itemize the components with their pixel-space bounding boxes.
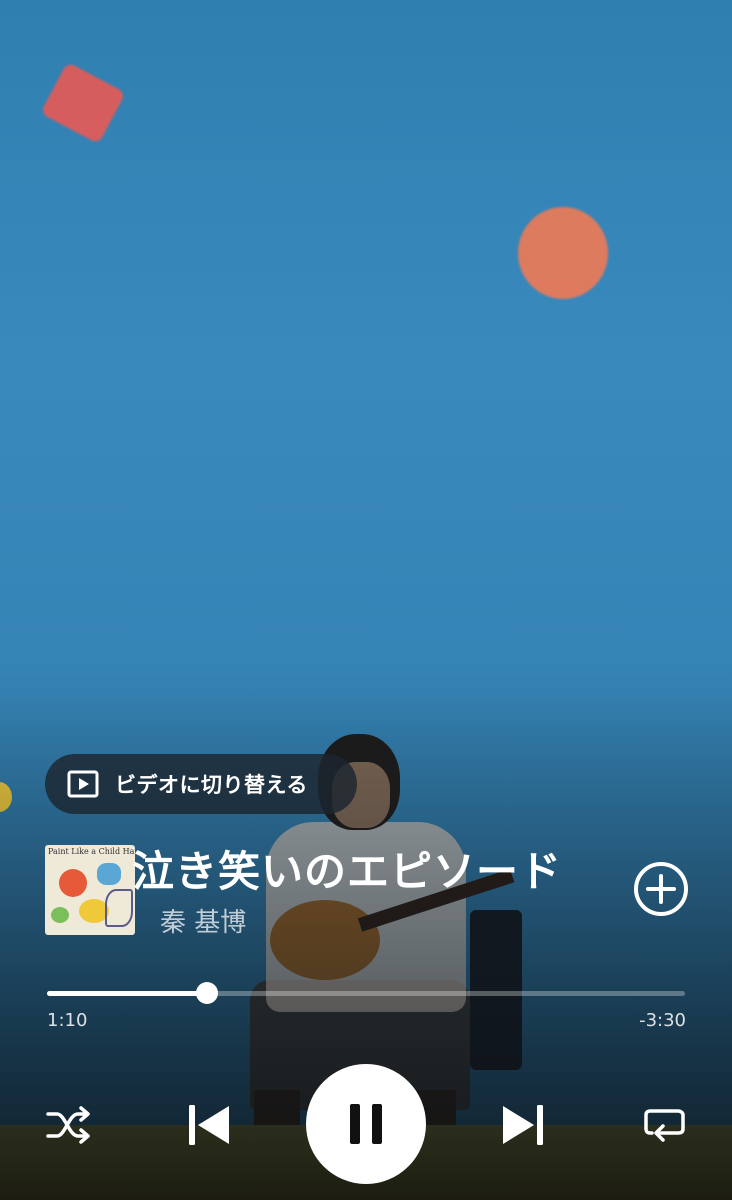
pause-button[interactable]	[306, 1064, 426, 1184]
skip-previous-icon[interactable]	[186, 1102, 232, 1148]
shuffle-icon[interactable]	[45, 1105, 91, 1145]
song-title[interactable]: 泣き笑いのエピソード	[132, 838, 562, 899]
video-background	[0, 0, 732, 1200]
album-art[interactable]: Paint Like a Child Hata Motohiro	[45, 845, 135, 935]
album-art-shape	[59, 869, 87, 897]
remaining-time: -3:30	[639, 1010, 686, 1031]
elapsed-time: 1:10	[47, 1010, 88, 1031]
switch-to-video-label: ビデオに切り替える	[115, 773, 308, 797]
red-square-shape	[40, 61, 126, 145]
album-art-shape	[51, 907, 69, 923]
album-art-shape	[97, 863, 121, 885]
progress-slider[interactable]	[47, 982, 685, 1004]
orange-circle-shape	[518, 207, 608, 299]
plus-circle-icon[interactable]	[632, 860, 690, 918]
pause-icon	[350, 1104, 382, 1144]
repeat-icon[interactable]	[642, 1103, 688, 1147]
progress-fill	[47, 991, 207, 996]
switch-to-video-button[interactable]: ビデオに切り替える	[45, 754, 357, 814]
play-box-icon	[67, 770, 99, 798]
skip-next-icon[interactable]	[500, 1102, 546, 1148]
artist-name[interactable]: 秦 基博	[160, 902, 246, 939]
album-art-shape	[105, 889, 133, 927]
album-art-text: Paint Like a Child Hata Motohiro	[48, 847, 135, 856]
progress-thumb[interactable]	[195, 982, 218, 1004]
